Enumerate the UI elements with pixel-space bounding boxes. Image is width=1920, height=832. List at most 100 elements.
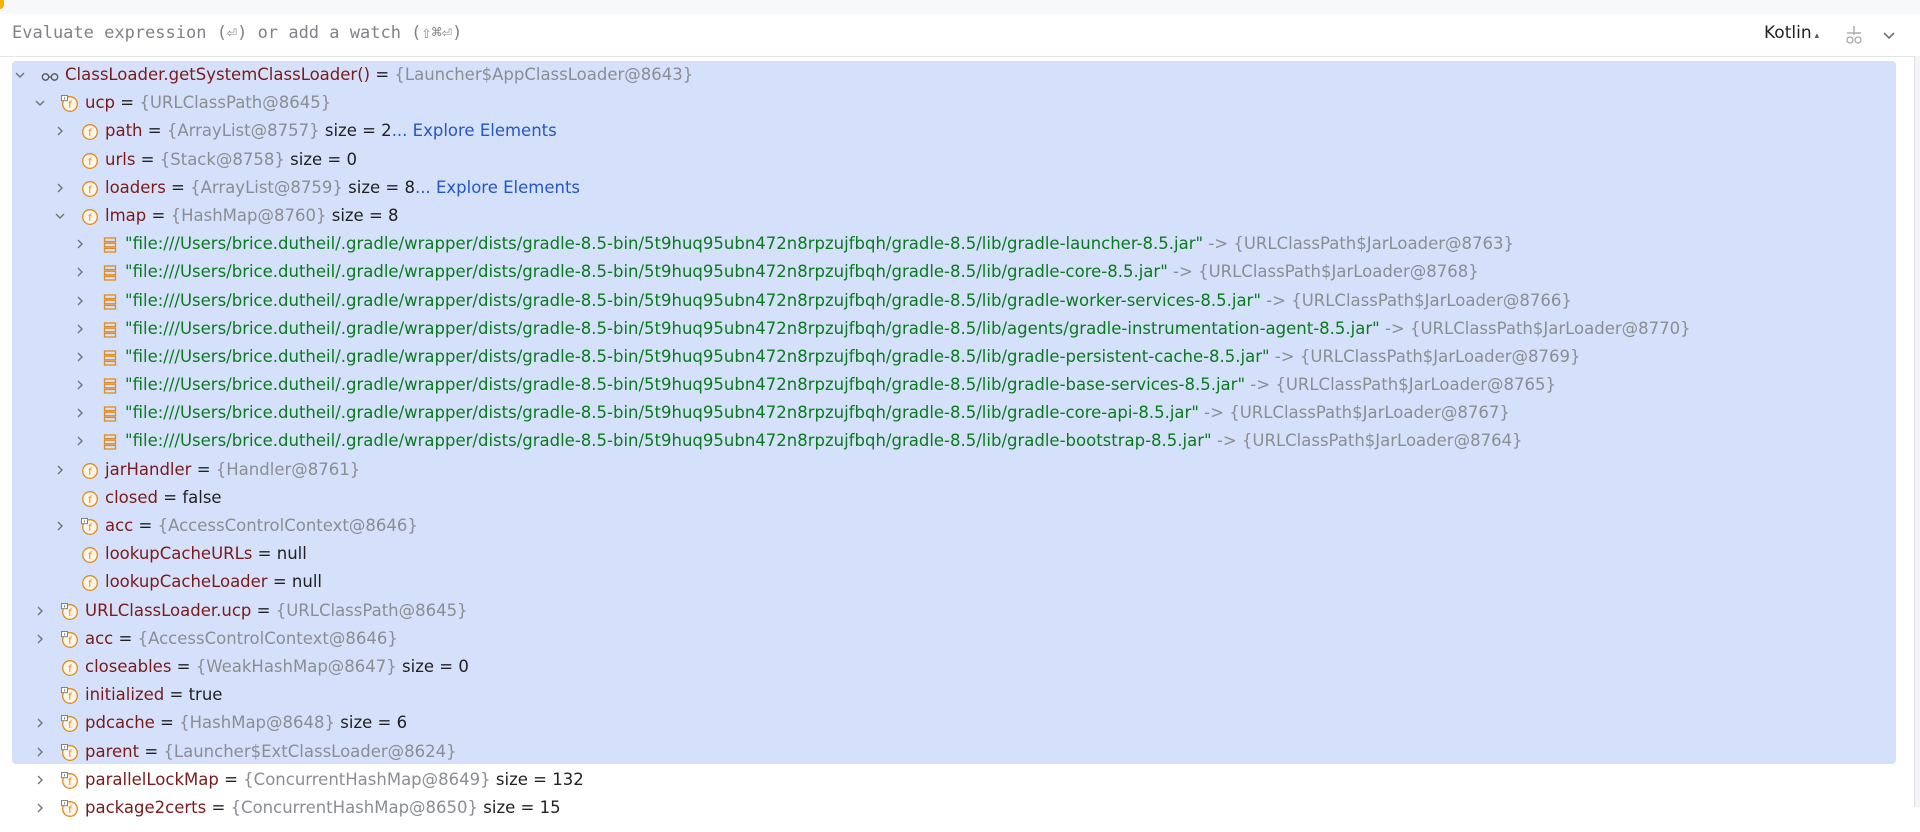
map-arrow: -> — [1211, 431, 1242, 451]
chevron-right-icon[interactable] — [32, 625, 48, 653]
map-entry-icon — [101, 263, 119, 281]
tree-node[interactable]: f parent = {Launcher$ExtClassLoader@8624} — [0, 738, 1900, 766]
chevron-right-icon[interactable] — [32, 738, 48, 766]
chevron-right-icon[interactable] — [72, 343, 88, 371]
tree-node[interactable]: "file:///Users/brice.dutheil/.gradle/wra… — [0, 258, 1900, 286]
map-key: "file:///Users/brice.dutheil/.gradle/wra… — [125, 318, 1380, 338]
explore-elements-link[interactable]: ... Explore Elements — [415, 178, 580, 197]
object-ref: {ConcurrentHashMap@8650} — [230, 797, 479, 817]
node-text: loaders = {ArrayList@8759} size = 8... E… — [105, 174, 580, 202]
map-entry-icon — [101, 376, 119, 394]
map-key: "file:///Users/brice.dutheil/.gradle/wra… — [125, 234, 1204, 254]
chevron-right-icon[interactable] — [52, 512, 68, 540]
chevron-right-icon[interactable] — [32, 766, 48, 794]
chevron-down-icon[interactable] — [52, 202, 68, 230]
map-key: "file:///Users/brice.dutheil/.gradle/wra… — [125, 346, 1270, 366]
map-entry-icon — [101, 432, 119, 451]
svg-text:f: f — [88, 157, 92, 168]
equals-sign: = — [154, 713, 180, 733]
collection-size: size = 132 — [495, 769, 584, 789]
chevron-right-icon[interactable] — [72, 427, 88, 455]
tree-node[interactable]: f lookupCacheLoader = null — [0, 568, 1900, 596]
tree-node[interactable]: f pdcache = {HashMap@8648} size = 6 — [0, 709, 1900, 737]
chevron-right-icon[interactable] — [72, 287, 88, 315]
evaluate-expression-input[interactable]: Evaluate expression (⏎) or add a watch (… — [12, 23, 462, 43]
equals-sign: = — [139, 741, 164, 761]
tree-node[interactable]: f lookupCacheURLs = null — [0, 540, 1900, 568]
equals-sign: = — [115, 93, 140, 113]
chevron-down-icon[interactable] — [1878, 24, 1900, 46]
field-name: ClassLoader.getSystemClassLoader() — [65, 65, 371, 84]
field-icon: f — [81, 461, 99, 479]
node-text: "file:///Users/brice.dutheil/.gradle/wra… — [125, 371, 1556, 399]
svg-text:f: f — [68, 100, 72, 111]
chevron-right-icon[interactable] — [32, 597, 48, 625]
object-ref: {URLClassPath$JarLoader@8767} — [1229, 403, 1510, 423]
chevron-right-icon[interactable] — [72, 230, 88, 258]
svg-text:f: f — [88, 213, 92, 224]
field-name: jarHandler — [105, 459, 192, 479]
tree-node[interactable]: "file:///Users/brice.dutheil/.gradle/wra… — [0, 371, 1900, 399]
tree-node[interactable]: f loaders = {ArrayList@8759} size = 8... … — [0, 174, 1900, 202]
tree-node[interactable]: f ucp = {URLClassPath@8645} — [0, 89, 1900, 117]
chevron-right-icon[interactable] — [32, 709, 48, 737]
tree-node[interactable]: "file:///Users/brice.dutheil/.gradle/wra… — [0, 399, 1900, 427]
field-name: pdcache — [85, 713, 155, 733]
chevron-down-icon[interactable] — [12, 61, 28, 89]
chevron-right-icon[interactable] — [72, 258, 88, 286]
chevron-right-icon[interactable] — [52, 174, 68, 202]
svg-text:f: f — [88, 551, 92, 562]
tree-node[interactable]: "file:///Users/brice.dutheil/.gradle/wra… — [0, 315, 1900, 343]
tree-node[interactable]: f jarHandler = {Handler@8761} — [0, 456, 1900, 484]
tree-node[interactable]: f closeables = {WeakHashMap@8647} size = … — [0, 653, 1900, 681]
field-icon: f — [61, 658, 79, 676]
collection-size: size = 0 — [402, 656, 469, 676]
object-ref: {ConcurrentHashMap@8649} — [243, 769, 491, 789]
tree-node[interactable]: f parallelLockMap = {ConcurrentHashMap@86… — [0, 766, 1900, 794]
map-arrow: -> — [1379, 318, 1410, 338]
field-icon: f — [61, 799, 79, 817]
chevron-down-icon[interactable] — [32, 89, 48, 117]
object-ref: {HashMap@8648} — [179, 713, 336, 733]
tree-node[interactable]: "file:///Users/brice.dutheil/.gradle/wra… — [0, 287, 1900, 315]
svg-text:f: f — [88, 128, 92, 139]
tree-node[interactable]: "file:///Users/brice.dutheil/.gradle/wra… — [0, 343, 1900, 371]
map-key: "file:///Users/brice.dutheil/.gradle/wra… — [125, 290, 1261, 310]
tree-node[interactable]: "file:///Users/brice.dutheil/.gradle/wra… — [0, 427, 1900, 455]
chevron-right-icon[interactable] — [32, 794, 48, 822]
tree-node[interactable]: f URLClassLoader.ucp = {URLClassPath@8645… — [0, 597, 1900, 625]
tree-node[interactable]: f path = {ArrayList@8757} size = 2... Exp… — [0, 117, 1900, 145]
field-icon: f — [81, 122, 99, 141]
tree-node[interactable]: f initialized = true — [0, 681, 1900, 709]
chevron-right-icon[interactable] — [72, 399, 88, 427]
node-text: "file:///Users/brice.dutheil/.gradle/wra… — [125, 399, 1510, 427]
explore-elements-link[interactable]: ... Explore Elements — [392, 121, 557, 140]
tree-node[interactable]: f urls = {Stack@8758} size = 0 — [0, 146, 1900, 174]
top-strip — [0, 0, 1920, 15]
object-ref: {Handler@8761} — [215, 459, 361, 479]
tree-node[interactable]: f acc = {AccessControlContext@8646} — [0, 625, 1900, 653]
chevron-right-icon[interactable] — [52, 117, 68, 145]
tree-node[interactable]: f lmap = {HashMap@8760} size = 8 — [0, 202, 1900, 230]
tree-node[interactable]: ClassLoader.getSystemClassLoader() = {La… — [0, 61, 1900, 89]
object-ref: {ArrayList@8759} — [190, 177, 343, 197]
tree-node[interactable]: f package2certs = {ConcurrentHashMap@8650… — [0, 794, 1900, 822]
node-text: acc = {AccessControlContext@8646} — [105, 512, 418, 540]
tree-node[interactable]: "file:///Users/brice.dutheil/.gradle/wra… — [0, 230, 1900, 258]
variables-tree[interactable]: ClassLoader.getSystemClassLoader() = {La… — [0, 61, 1900, 822]
object-ref: {URLClassPath$JarLoader@8769} — [1299, 346, 1581, 366]
map-entry-icon — [101, 292, 119, 310]
equals-sign: = — [135, 149, 160, 169]
tree-node[interactable]: f closed = false — [0, 484, 1900, 512]
svg-text:f: f — [68, 749, 72, 760]
scrollbar[interactable] — [1914, 56, 1920, 807]
chevron-right-icon[interactable] — [52, 456, 68, 484]
map-arrow: -> — [1203, 234, 1234, 254]
tree-node[interactable]: f acc = {AccessControlContext@8646} — [0, 512, 1900, 540]
add-watch-icon[interactable] — [1843, 24, 1865, 46]
chevron-right-icon[interactable] — [72, 315, 88, 343]
field-name: urls — [105, 149, 136, 169]
language-selector[interactable]: Kotlin ▴ — [1764, 23, 1819, 43]
chevron-right-icon[interactable] — [72, 371, 88, 399]
evaluate-expression-bar[interactable]: Evaluate expression (⏎) or add a watch (… — [0, 14, 1920, 57]
